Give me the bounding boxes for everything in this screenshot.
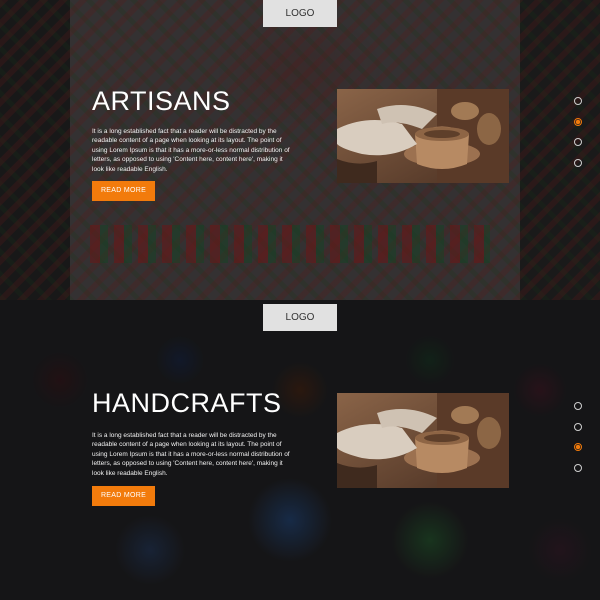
slide-description: It is a long established fact that a rea…: [92, 432, 290, 477]
slider-dot-4[interactable]: [574, 463, 582, 472]
slider-dot-1[interactable]: [574, 97, 582, 105]
slider-dot-2-active[interactable]: [574, 117, 582, 126]
logo[interactable]: LOGO: [263, 0, 337, 27]
logo[interactable]: LOGO: [263, 304, 337, 331]
slider-dot-1[interactable]: [574, 402, 582, 410]
pottery-wheel-photo: [337, 89, 509, 183]
pottery-image: [337, 89, 509, 183]
background-overlay: [0, 0, 600, 300]
slider-dot-3[interactable]: [574, 138, 582, 146]
slide-title: ARTISANS: [92, 86, 231, 116]
slide-description: It is a long established fact that a rea…: [92, 128, 290, 173]
read-more-button[interactable]: READ MORE: [92, 181, 155, 201]
slider-dot-3-active[interactable]: [574, 443, 582, 451]
hero-slide-artisans: LOGO ARTISANS It is a long established f…: [0, 0, 600, 300]
background-overlay: [0, 300, 600, 600]
slider-pagination: [574, 97, 582, 179]
slider-dot-4[interactable]: [574, 158, 582, 167]
read-more-button[interactable]: READ MORE: [92, 486, 155, 506]
hero-slide-handcrafts: LOGO HANDCRAFTS It is a long established…: [0, 300, 600, 600]
pottery-image: [337, 393, 509, 488]
slide-title: HANDCRAFTS: [92, 388, 282, 418]
pottery-wheel-photo: [337, 393, 509, 488]
slider-dot-2[interactable]: [574, 422, 582, 431]
slider-pagination: [574, 402, 582, 484]
page: LOGO ARTISANS It is a long established f…: [0, 0, 600, 600]
